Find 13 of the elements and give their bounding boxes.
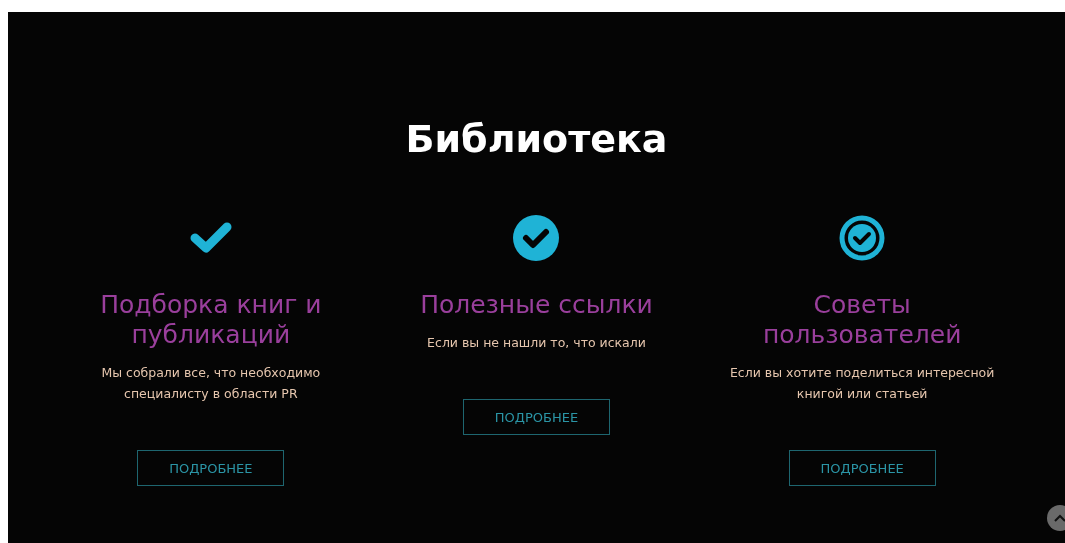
more-button[interactable]: ПОДРОБНЕЕ <box>463 399 610 435</box>
more-button[interactable]: ПОДРОБНЕЕ <box>788 450 936 486</box>
chevron-up-icon <box>1054 514 1065 522</box>
check-circle-icon <box>838 214 887 262</box>
feature-description: Если вы хотите поделиться интересной книгой или статьей <box>728 364 996 403</box>
feature-description: Мы собрали все, что необходимо специалисту в области PR <box>100 364 322 403</box>
feature-heading: Подборка книг и публикаций <box>99 290 323 350</box>
feature-heading: Советы пользователей <box>761 290 963 350</box>
feature-description: Если вы не нашли то, что искали <box>427 334 646 352</box>
check-circle-icon <box>512 214 561 262</box>
more-button[interactable]: ПОДРОБНЕЕ <box>137 450 285 486</box>
section-title: Библиотека <box>405 116 668 162</box>
feature-heading: Полезные ссылки <box>420 290 653 320</box>
